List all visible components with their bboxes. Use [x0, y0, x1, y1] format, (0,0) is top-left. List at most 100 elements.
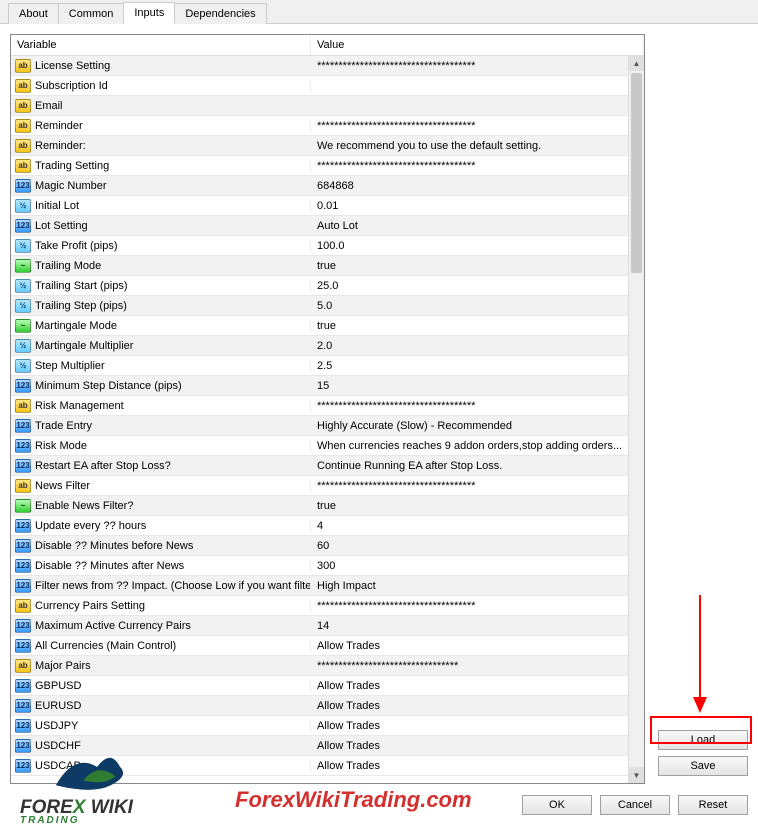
value-cell[interactable]: Continue Running EA after Stop Loss.	[311, 460, 644, 472]
value-cell[interactable]: 60	[311, 540, 644, 552]
value-cell[interactable]: 2.0	[311, 340, 644, 352]
table-row[interactable]: 123USDCADAllow Trades	[11, 756, 644, 776]
table-row[interactable]: 123USDCHFAllow Trades	[11, 736, 644, 756]
value-cell[interactable]: *************************************	[311, 600, 644, 612]
variable-cell: 123Trade Entry	[11, 419, 311, 433]
table-row[interactable]: ~Trailing Modetrue	[11, 256, 644, 276]
table-row[interactable]: 123Disable ?? Minutes before News60	[11, 536, 644, 556]
table-row[interactable]: ½Take Profit (pips)100.0	[11, 236, 644, 256]
logo-text-x: X	[73, 797, 86, 818]
value-cell[interactable]: We recommend you to use the default sett…	[311, 140, 644, 152]
value-cell[interactable]: Allow Trades	[311, 720, 644, 732]
value-cell[interactable]: *************************************	[311, 160, 644, 172]
tab-inputs[interactable]: Inputs	[123, 2, 175, 24]
scroll-up-icon[interactable]: ▲	[629, 55, 644, 71]
tab-dependencies[interactable]: Dependencies	[174, 3, 266, 24]
reset-button[interactable]: Reset	[678, 795, 748, 815]
value-cell[interactable]: true	[311, 320, 644, 332]
table-row[interactable]: 123Disable ?? Minutes after News300	[11, 556, 644, 576]
load-button[interactable]: Load	[658, 730, 748, 750]
value-cell[interactable]: Allow Trades	[311, 640, 644, 652]
table-row[interactable]: ½Trailing Step (pips)5.0	[11, 296, 644, 316]
table-row[interactable]: abCurrency Pairs Setting****************…	[11, 596, 644, 616]
table-row[interactable]: abMajor Pairs***************************…	[11, 656, 644, 676]
table-row[interactable]: ½Martingale Multiplier2.0	[11, 336, 644, 356]
value-cell[interactable]: When currencies reaches 9 addon orders,s…	[311, 440, 644, 452]
table-row[interactable]: 123USDJPYAllow Trades	[11, 716, 644, 736]
ab-type-icon: ab	[15, 159, 31, 173]
variable-cell: ½Take Profit (pips)	[11, 239, 311, 253]
value-cell[interactable]: High Impact	[311, 580, 644, 592]
value-cell[interactable]: Highly Accurate (Slow) - Recommended	[311, 420, 644, 432]
table-row[interactable]: abReminder******************************…	[11, 116, 644, 136]
inputs-table: Variable Value abLicense Setting********…	[10, 34, 645, 784]
table-row[interactable]: 123Trade EntryHighly Accurate (Slow) - R…	[11, 416, 644, 436]
table-row[interactable]: abReminder:We recommend you to use the d…	[11, 136, 644, 156]
value-cell[interactable]: 5.0	[311, 300, 644, 312]
value-cell[interactable]: Allow Trades	[311, 740, 644, 752]
table-row[interactable]: abLicense Setting***********************…	[11, 56, 644, 76]
table-row[interactable]: 123EURUSDAllow Trades	[11, 696, 644, 716]
table-row[interactable]: abSubscription Id	[11, 76, 644, 96]
variable-cell: abEmail	[11, 99, 311, 113]
value-cell[interactable]: true	[311, 500, 644, 512]
table-row[interactable]: 123Maximum Active Currency Pairs14	[11, 616, 644, 636]
ab-type-icon: ab	[15, 599, 31, 613]
value-cell[interactable]: Auto Lot	[311, 220, 644, 232]
cancel-button[interactable]: Cancel	[600, 795, 670, 815]
table-row[interactable]: 123Risk ModeWhen currencies reaches 9 ad…	[11, 436, 644, 456]
value-cell[interactable]: 0.01	[311, 200, 644, 212]
table-row[interactable]: 123GBPUSDAllow Trades	[11, 676, 644, 696]
value-cell[interactable]: 100.0	[311, 240, 644, 252]
table-row[interactable]: 123Update every ?? hours4	[11, 516, 644, 536]
table-row[interactable]: ~Martingale Modetrue	[11, 316, 644, 336]
n123-type-icon: 123	[15, 679, 31, 693]
value-cell[interactable]: 2.5	[311, 360, 644, 372]
vertical-scrollbar[interactable]: ▲ ▼	[628, 55, 644, 783]
variable-cell: 123GBPUSD	[11, 679, 311, 693]
table-row[interactable]: 123Magic Number684868	[11, 176, 644, 196]
value-cell[interactable]: 684868	[311, 180, 644, 192]
table-row[interactable]: ½Step Multiplier2.5	[11, 356, 644, 376]
value-cell[interactable]: Allow Trades	[311, 680, 644, 692]
value-cell[interactable]: 14	[311, 620, 644, 632]
header-value[interactable]: Value	[311, 35, 644, 55]
n123-type-icon: 123	[15, 519, 31, 533]
variable-name: Risk Mode	[35, 440, 87, 452]
scroll-thumb[interactable]	[631, 73, 642, 273]
table-row[interactable]: 123Lot SettingAuto Lot	[11, 216, 644, 236]
ok-button[interactable]: OK	[522, 795, 592, 815]
value-cell[interactable]: 300	[311, 560, 644, 572]
value-cell[interactable]: *********************************	[311, 660, 644, 672]
table-row[interactable]: 123Restart EA after Stop Loss?Continue R…	[11, 456, 644, 476]
value-cell[interactable]: 15	[311, 380, 644, 392]
value-cell[interactable]: 4	[311, 520, 644, 532]
table-row[interactable]: ~Enable News Filter?true	[11, 496, 644, 516]
value-cell[interactable]: Allow Trades	[311, 700, 644, 712]
table-row[interactable]: 123Minimum Step Distance (pips)15	[11, 376, 644, 396]
value-cell[interactable]: *************************************	[311, 400, 644, 412]
header-variable[interactable]: Variable	[11, 35, 311, 55]
table-row[interactable]: abNews Filter***************************…	[11, 476, 644, 496]
table-row[interactable]: 123All Currencies (Main Control)Allow Tr…	[11, 636, 644, 656]
value-cell[interactable]: 25.0	[311, 280, 644, 292]
table-row[interactable]: ½Trailing Start (pips)25.0	[11, 276, 644, 296]
tab-about[interactable]: About	[8, 3, 59, 24]
variable-cell: 123USDJPY	[11, 719, 311, 733]
variable-cell: 123EURUSD	[11, 699, 311, 713]
value-cell[interactable]: Allow Trades	[311, 760, 644, 772]
value-cell[interactable]: true	[311, 260, 644, 272]
table-row[interactable]: abRisk Management***********************…	[11, 396, 644, 416]
table-row[interactable]: abEmail	[11, 96, 644, 116]
value-cell[interactable]: *************************************	[311, 480, 644, 492]
variable-cell: ½Martingale Multiplier	[11, 339, 311, 353]
table-row[interactable]: ½Initial Lot0.01	[11, 196, 644, 216]
value-cell[interactable]: *************************************	[311, 60, 644, 72]
table-row[interactable]: abTrading Setting***********************…	[11, 156, 644, 176]
tab-common[interactable]: Common	[58, 3, 125, 24]
scroll-down-icon[interactable]: ▼	[629, 767, 644, 783]
save-button[interactable]: Save	[658, 756, 748, 776]
table-row[interactable]: 123Filter news from ?? Impact. (Choose L…	[11, 576, 644, 596]
value-cell[interactable]: *************************************	[311, 120, 644, 132]
variable-cell: 123Magic Number	[11, 179, 311, 193]
